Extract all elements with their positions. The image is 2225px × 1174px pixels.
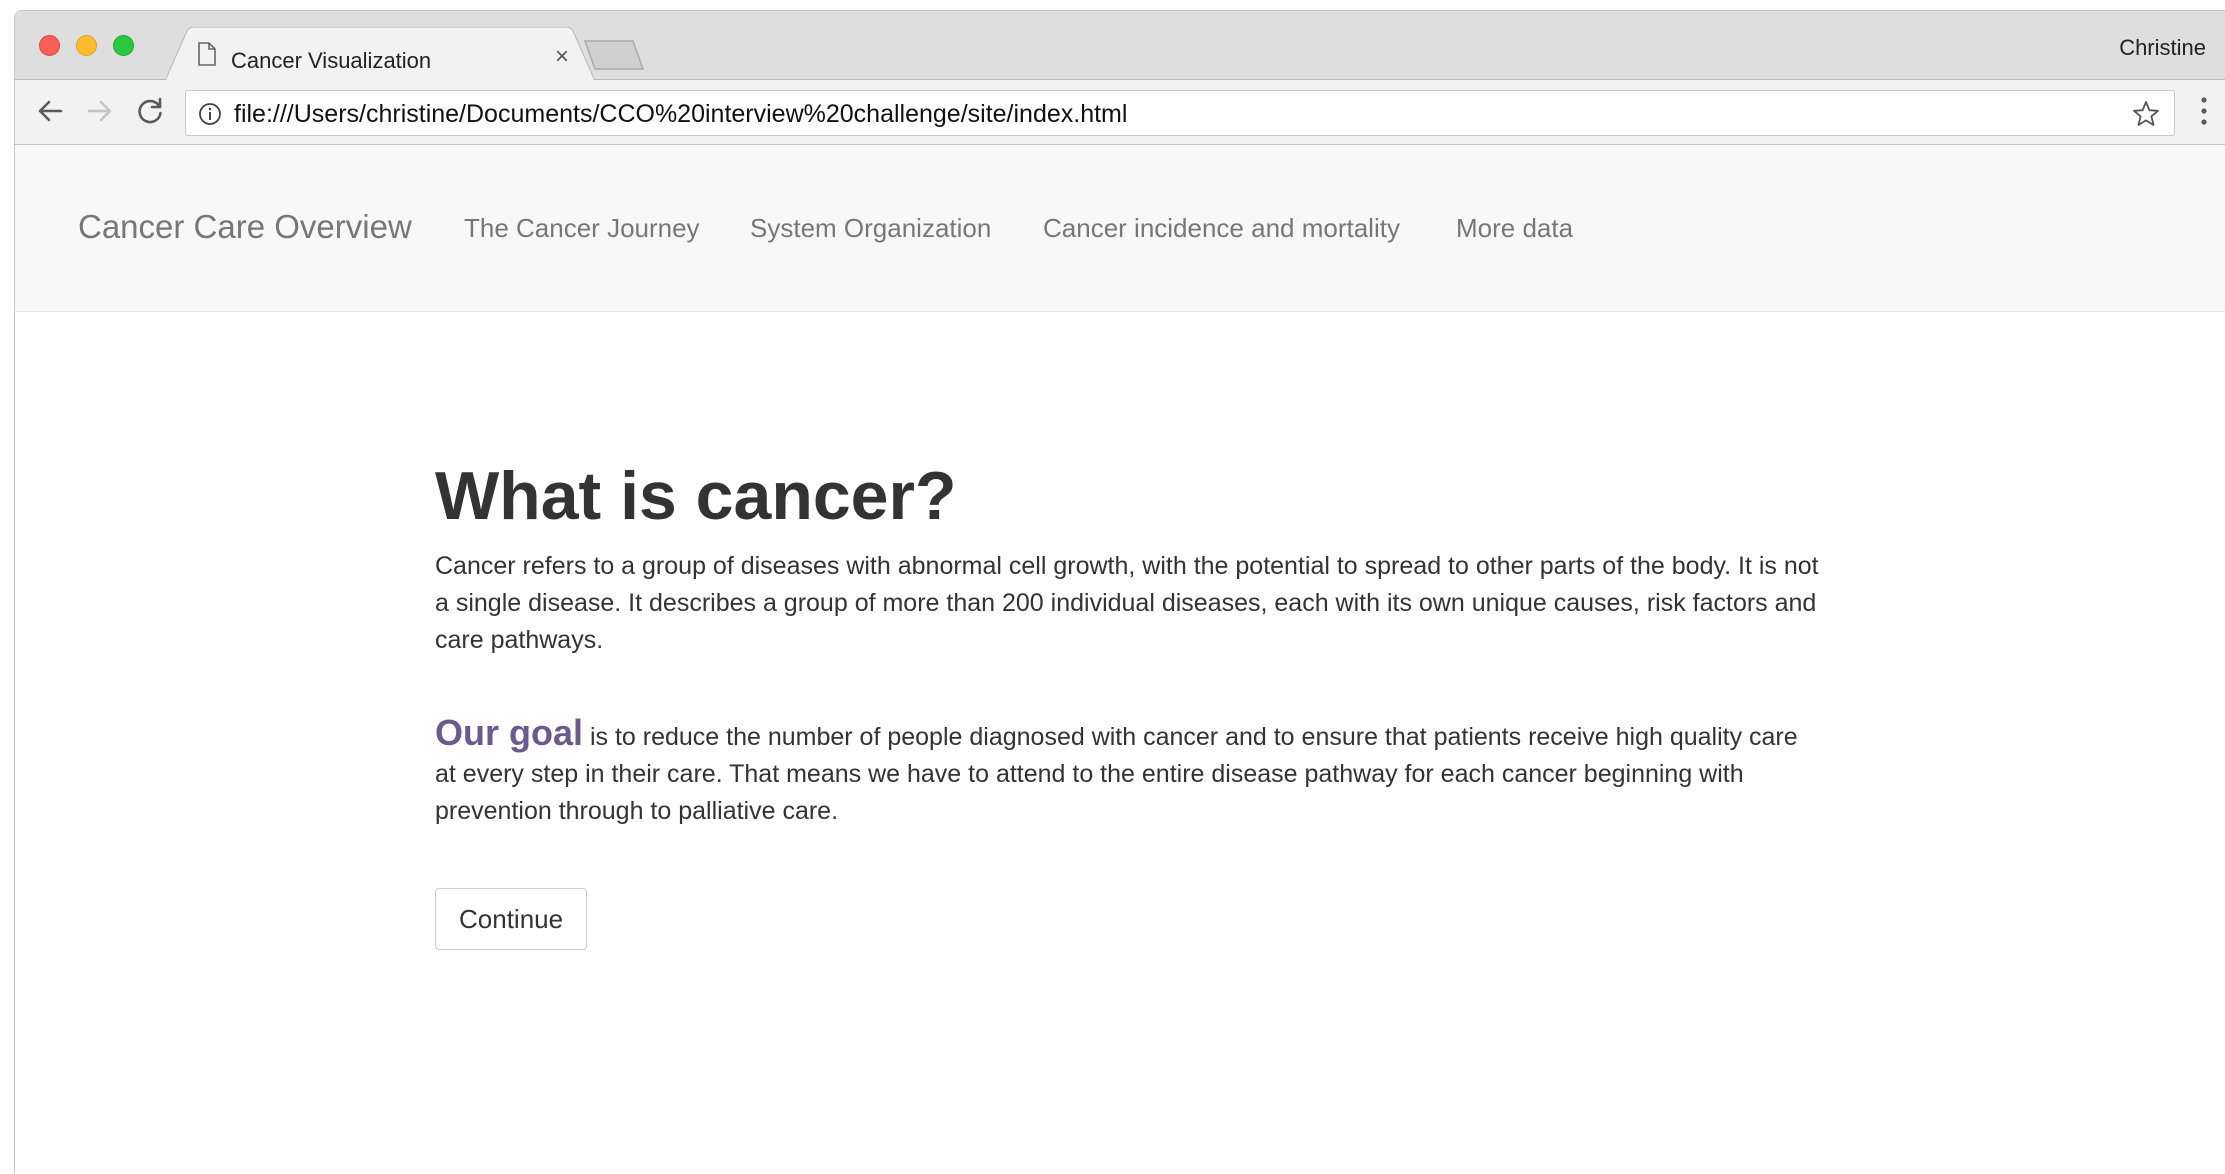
tab-close-icon[interactable]: × [555,45,569,69]
page-viewport: Cancer Care Overview The Cancer Journey … [15,146,2225,1174]
intro-paragraph: Cancer refers to a group of diseases wit… [435,552,1819,654]
navbar-brand[interactable]: Cancer Care Overview [78,208,412,246]
tab-strip: Cancer Visualization × Christine [15,11,2225,81]
nav-link-cancer-journey[interactable]: The Cancer Journey [464,213,700,244]
info-icon[interactable] [198,102,222,126]
goal-lead: Our goal [435,712,584,753]
address-bar[interactable]: file:///Users/christine/Documents/CCO%20… [185,90,2175,136]
nav-link-system-organization[interactable]: System Organization [750,213,991,244]
forward-arrow-icon[interactable] [83,94,117,128]
zoom-window-button[interactable] [113,35,134,56]
profile-name[interactable]: Christine [2119,35,2206,61]
site-navbar: Cancer Care Overview The Cancer Journey … [15,146,2225,312]
main-content: What is cancer? Cancer refers to a group… [435,456,1825,950]
page-title: What is cancer? [435,458,957,534]
vertical-dots-menu-icon[interactable] [2199,96,2209,126]
browser-toolbar: file:///Users/christine/Documents/CCO%20… [15,80,2225,145]
star-icon[interactable] [2132,100,2160,128]
page-icon [198,42,216,66]
back-arrow-icon[interactable] [33,94,67,128]
nav-link-more-data[interactable]: More data [1456,213,1573,244]
reload-icon[interactable] [133,94,167,128]
new-tab-button[interactable] [583,39,645,71]
nav-link-incidence-mortality[interactable]: Cancer incidence and mortality [1043,213,1400,244]
url-text[interactable]: file:///Users/christine/Documents/CCO%20… [234,100,1127,129]
browser-tab[interactable]: Cancer Visualization × [165,27,595,81]
goal-text: is to reduce the number of people diagno… [435,723,1798,825]
goal-paragraph: Our goal is to reduce the number of peop… [435,714,1825,830]
tab-title: Cancer Visualization [231,48,432,73]
browser-window: Cancer Visualization × Christine file://… [14,10,2225,1174]
continue-button[interactable]: Continue [435,888,588,950]
minimize-window-button[interactable] [76,35,97,56]
close-window-button[interactable] [39,35,60,56]
